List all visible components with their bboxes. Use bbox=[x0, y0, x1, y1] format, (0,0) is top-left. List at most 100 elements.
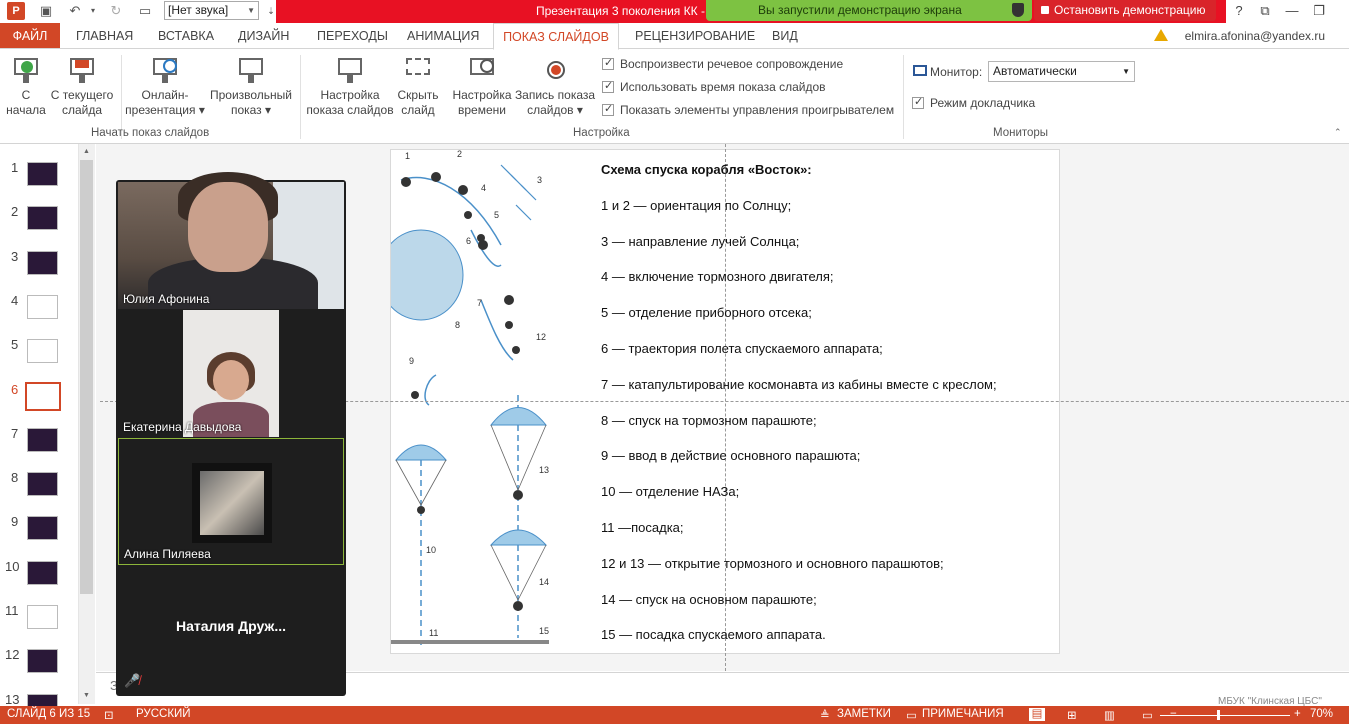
narrations-checkbox[interactable]: Воспроизвести речевое сопровождение bbox=[602, 56, 843, 71]
diagram-label: 1 bbox=[405, 151, 410, 161]
participant-tile[interactable]: Юлия Афонина bbox=[118, 172, 344, 309]
group-label-start: Начать показ слайдов bbox=[91, 127, 210, 139]
spelling-icon[interactable]: ⊡ bbox=[104, 708, 114, 722]
timings-label-1: Настройка bbox=[452, 88, 512, 102]
stop-share-button[interactable]: Остановить демонстрацию bbox=[1034, 0, 1216, 21]
thumbnail-number: 9 bbox=[11, 514, 19, 530]
undo-icon[interactable]: ↶ bbox=[66, 3, 84, 19]
setup-label-2: показа слайдов bbox=[306, 103, 394, 117]
redo-icon[interactable]: ↻ bbox=[107, 3, 125, 19]
thumbnail-number: 8 bbox=[11, 470, 19, 486]
slide-title: Схема спуска корабля «Восток»: bbox=[601, 162, 812, 177]
thumbnail-number: 11 bbox=[5, 603, 19, 618]
scroll-down-icon[interactable]: ▼ bbox=[80, 690, 93, 702]
slide-thumbnail[interactable] bbox=[27, 294, 58, 319]
hide-slide-button[interactable]: Скрыть слайд bbox=[396, 55, 440, 118]
tab-view[interactable]: ВИД bbox=[772, 23, 798, 49]
reading-view-icon[interactable]: ▥ bbox=[1104, 708, 1115, 722]
normal-view-icon[interactable]: ▤ bbox=[1029, 708, 1045, 721]
diagram-label: 5 bbox=[494, 210, 499, 220]
minimize-button[interactable]: — bbox=[1280, 2, 1304, 20]
diagram-label: 6 bbox=[466, 236, 471, 246]
ribbon-divider bbox=[300, 55, 301, 139]
slide-thumbnail[interactable] bbox=[27, 339, 58, 364]
slide-thumbnail[interactable] bbox=[27, 427, 58, 452]
notes-button[interactable]: ЗАМЕТКИ bbox=[837, 708, 891, 720]
participant-tile-active[interactable]: Алина Пиляева bbox=[118, 438, 344, 565]
use-timings-label: Использовать время показа слайдов bbox=[620, 80, 826, 94]
zoom-out-icon[interactable]: − bbox=[1170, 708, 1177, 720]
thumbnail-number: 4 bbox=[11, 292, 19, 308]
from-beginning-button[interactable]: С начала bbox=[6, 55, 46, 118]
help-button[interactable]: ? bbox=[1227, 2, 1251, 20]
slide-text-box[interactable]: Схема спуска корабля «Восток»: 1 и 2 — о… bbox=[601, 162, 1051, 663]
tab-design[interactable]: ДИЗАЙН bbox=[238, 23, 289, 49]
presenter-view-checkbox[interactable]: Режим докладчика bbox=[912, 95, 1035, 110]
slide-counter[interactable]: СЛАЙД 6 ИЗ 15 bbox=[7, 708, 90, 720]
zoom-slider[interactable] bbox=[1160, 715, 1290, 716]
tab-home[interactable]: ГЛАВНАЯ bbox=[76, 23, 133, 49]
chevron-down-icon: ▼ bbox=[1122, 67, 1130, 76]
zoom-in-icon[interactable]: + bbox=[1294, 708, 1301, 720]
user-account[interactable]: elmira.afonina@yandex.ru bbox=[1185, 29, 1325, 43]
comments-button[interactable]: ПРИМЕЧАНИЯ bbox=[922, 708, 1004, 720]
slideshow-view-icon[interactable]: ▭ bbox=[1142, 708, 1153, 722]
from-beginning-icon[interactable]: ▭ bbox=[136, 3, 154, 19]
tab-file[interactable]: ФАЙЛ bbox=[0, 23, 60, 49]
tab-animations[interactable]: АНИМАЦИЯ bbox=[407, 23, 479, 49]
monitor-icon bbox=[913, 65, 927, 76]
thumbnails-scroll-thumb[interactable] bbox=[80, 160, 93, 594]
use-timings-checkbox[interactable]: Использовать время показа слайдов bbox=[602, 79, 826, 94]
from-current-slide-button[interactable]: С текущего слайда bbox=[48, 55, 116, 118]
diagram-label: 14 bbox=[539, 577, 549, 587]
participant-tile[interactable]: Наталия Друж... 🎤̸ bbox=[118, 566, 344, 693]
slideshow-current-icon bbox=[67, 55, 97, 85]
diagram-label: 4 bbox=[481, 183, 486, 193]
slide-sorter-icon[interactable]: ⊞ bbox=[1067, 708, 1077, 722]
tab-transitions[interactable]: ПЕРЕХОДЫ bbox=[317, 23, 388, 49]
tab-review[interactable]: РЕЦЕНЗИРОВАНИЕ bbox=[635, 23, 755, 49]
media-controls-checkbox[interactable]: Показать элементы управления проигрывате… bbox=[602, 102, 894, 117]
slide-thumbnail[interactable] bbox=[25, 381, 61, 411]
undo-dropdown-icon[interactable]: ▾ bbox=[84, 3, 102, 19]
from-current-label-2: слайда bbox=[61, 103, 103, 117]
slide-thumbnail[interactable] bbox=[27, 206, 58, 231]
thumbnail-number: 7 bbox=[11, 425, 19, 441]
slide-thumbnail[interactable] bbox=[27, 162, 58, 186]
collapse-ribbon-icon[interactable]: ⌃ bbox=[1334, 127, 1342, 138]
rehearse-timings-button[interactable]: Настройка времени bbox=[450, 55, 514, 118]
thumbnail-number: 3 bbox=[11, 248, 19, 264]
zoom-level[interactable]: 70% bbox=[1310, 708, 1333, 720]
slide-thumbnail[interactable] bbox=[27, 516, 58, 541]
maximize-button[interactable]: ❐ bbox=[1307, 2, 1331, 20]
thumbnail-number: 13 bbox=[5, 691, 20, 707]
slide-thumbnail[interactable] bbox=[27, 560, 58, 585]
participant-tile[interactable]: Екатерина Давыдова bbox=[118, 310, 344, 437]
monitor-select[interactable]: Автоматически ▼ bbox=[988, 61, 1135, 82]
scroll-up-icon[interactable]: ▲ bbox=[80, 146, 93, 158]
present-online-button[interactable]: Онлайн- презентация ▾ bbox=[124, 55, 206, 118]
save-icon[interactable]: ▣ bbox=[37, 3, 55, 19]
slide-text-line: 4 — включение тормозного двигателя; bbox=[601, 269, 834, 285]
ribbon-tabs: ФАЙЛ ГЛАВНАЯ ВСТАВКА ДИЗАЙН ПЕРЕХОДЫ АНИ… bbox=[0, 23, 1349, 50]
tab-insert[interactable]: ВСТАВКА bbox=[158, 23, 214, 49]
present-online-icon bbox=[150, 55, 180, 85]
sound-select[interactable]: [Нет звука] ▼ bbox=[164, 1, 259, 20]
slide-thumbnail[interactable] bbox=[27, 605, 58, 629]
participant-video bbox=[183, 310, 279, 437]
record-label-1: Запись показа bbox=[514, 88, 596, 102]
diagram-label: 12 bbox=[536, 332, 546, 342]
checkbox-checked-icon bbox=[912, 95, 924, 109]
zoom-slider-thumb[interactable] bbox=[1217, 710, 1220, 720]
slide-thumbnail[interactable] bbox=[27, 250, 58, 275]
slide-thumbnail[interactable] bbox=[27, 472, 58, 497]
setup-slideshow-button[interactable]: Настройка показа слайдов bbox=[305, 55, 395, 118]
slide-thumbnail[interactable] bbox=[27, 649, 58, 674]
language-indicator[interactable]: РУССКИЙ bbox=[136, 708, 191, 720]
record-slideshow-button[interactable]: Запись показа слайдов ▾ bbox=[514, 55, 596, 118]
ribbon-display-options-icon[interactable]: ⧉ bbox=[1253, 2, 1277, 20]
diagram-label: 13 bbox=[539, 465, 549, 475]
custom-show-button[interactable]: Произвольный показ ▾ bbox=[207, 55, 295, 118]
slideshow-play-icon bbox=[11, 55, 41, 85]
tab-slide-show[interactable]: ПОКАЗ СЛАЙДОВ bbox=[493, 23, 619, 50]
